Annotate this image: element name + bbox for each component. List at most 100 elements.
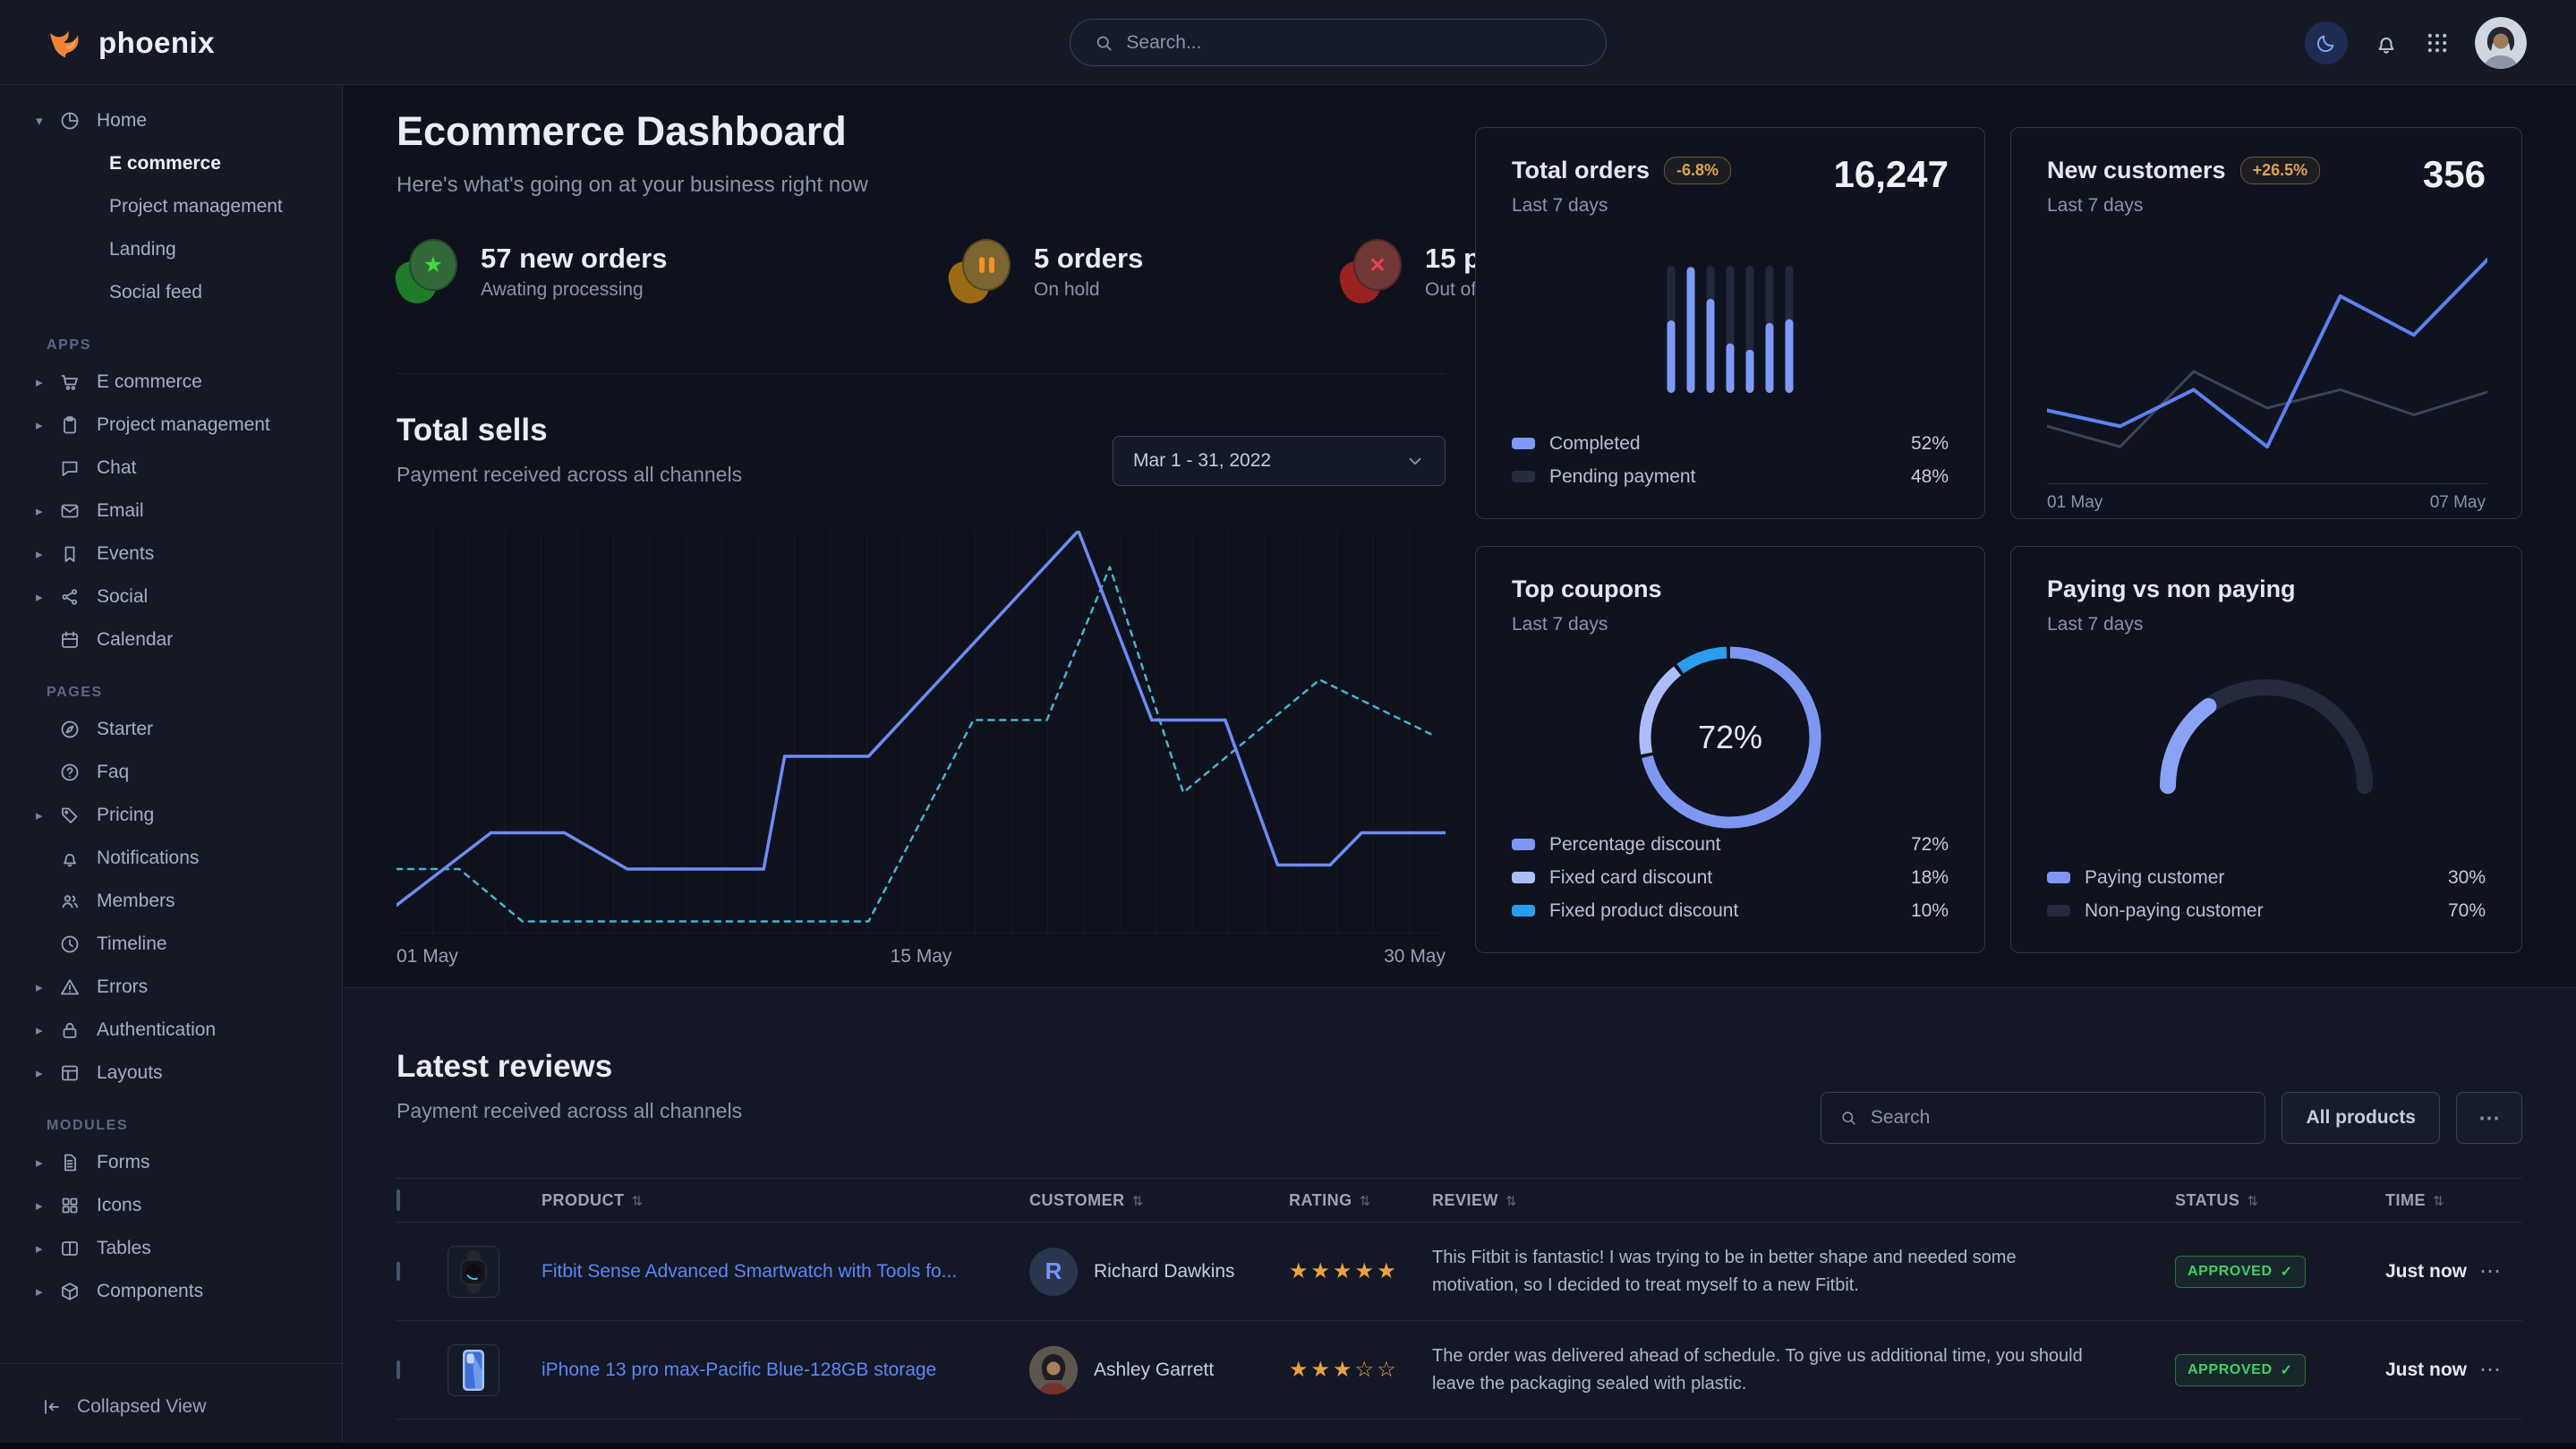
sidebar-item-tables[interactable]: ▸Tables bbox=[0, 1227, 342, 1270]
search-icon bbox=[1839, 1108, 1857, 1128]
customer-name: Richard Dawkins bbox=[1094, 1261, 1235, 1283]
column-review[interactable]: REVIEW⇅ bbox=[1432, 1191, 2148, 1210]
reviews-search-input[interactable] bbox=[1871, 1107, 2248, 1129]
sidebar-item-label: Tables bbox=[97, 1238, 151, 1259]
sidebar-item-calendar[interactable]: Calendar bbox=[0, 618, 342, 661]
sidebar-item-e-commerce[interactable]: ▸ E commerce bbox=[0, 361, 342, 404]
new-customers-chart bbox=[2047, 255, 2487, 484]
sidebar-subitem-landing[interactable]: Landing bbox=[0, 228, 342, 271]
sidebar-item-email[interactable]: ▸Email bbox=[0, 490, 342, 533]
sidebar-item-members[interactable]: Members bbox=[0, 880, 342, 923]
sidebar-item-label: Icons bbox=[97, 1195, 141, 1216]
paying-gauge-chart bbox=[2145, 656, 2387, 799]
product-thumbnail[interactable] bbox=[448, 1344, 499, 1396]
row-checkbox[interactable] bbox=[397, 1360, 400, 1379]
row-more-button[interactable]: ⋯ bbox=[2479, 1259, 2501, 1283]
reviews-subtitle: Payment received across all channels bbox=[397, 1099, 742, 1123]
date-range-select[interactable]: Mar 1 - 31, 2022 bbox=[1113, 436, 1446, 486]
search-input[interactable] bbox=[1126, 32, 1582, 54]
chat-icon bbox=[59, 457, 81, 479]
row-more-button[interactable]: ⋯ bbox=[2479, 1358, 2501, 1382]
reviews-search[interactable] bbox=[1821, 1092, 2265, 1144]
legend-row: Completed52% bbox=[1512, 427, 1949, 460]
column-customer[interactable]: CUSTOMER⇅ bbox=[1029, 1191, 1289, 1210]
legend-swatch bbox=[1512, 438, 1535, 449]
sidebar-item-layouts[interactable]: ▸Layouts bbox=[0, 1052, 342, 1095]
collapsed-view-label: Collapsed View bbox=[77, 1396, 206, 1418]
all-products-button[interactable]: All products bbox=[2282, 1092, 2440, 1144]
sidebar-item-label: Starter bbox=[97, 719, 153, 740]
collapsed-view-toggle[interactable]: Collapsed View bbox=[0, 1363, 342, 1449]
table-icon bbox=[59, 1238, 81, 1259]
global-search[interactable] bbox=[1070, 19, 1607, 66]
sidebar-item-forms[interactable]: ▸Forms bbox=[0, 1141, 342, 1184]
x-tick: 01 May bbox=[397, 946, 458, 967]
chevron-down-icon bbox=[1405, 451, 1425, 471]
sidebar-item-label: Layouts bbox=[97, 1062, 163, 1084]
topbar-actions bbox=[2305, 0, 2527, 85]
product-link[interactable]: Fitbit Sense Advanced Smartwatch with To… bbox=[542, 1261, 1029, 1283]
sidebar-subitem-e-commerce[interactable]: E commerce bbox=[0, 142, 342, 185]
clipboard-icon bbox=[59, 414, 81, 436]
coupons-legend: Percentage discount72%Fixed card discoun… bbox=[1512, 828, 1949, 927]
main-content: Ecommerce Dashboard Here's what's going … bbox=[343, 85, 2576, 1449]
table-row: Fitbit Sense Advanced Smartwatch with To… bbox=[397, 1223, 2522, 1321]
table-header: PRODUCT⇅ CUSTOMER⇅ RATING⇅ REVIEW⇅ STATU… bbox=[397, 1178, 2522, 1223]
sidebar-item-starter[interactable]: Starter bbox=[0, 708, 342, 751]
clock-icon bbox=[59, 933, 81, 955]
sidebar-item-authentication[interactable]: ▸Authentication bbox=[0, 1009, 342, 1052]
user-avatar[interactable] bbox=[2475, 17, 2527, 69]
row-checkbox[interactable] bbox=[397, 1262, 400, 1281]
caret-right-icon: ▸ bbox=[36, 374, 59, 390]
sidebar-item-home[interactable]: ▾Home bbox=[0, 99, 342, 142]
stat-item: ★ 57 new ordersAwating processing bbox=[397, 239, 950, 303]
search-icon bbox=[1094, 32, 1113, 54]
apps-grid-button[interactable] bbox=[2425, 30, 2450, 55]
sidebar-item-label: E commerce bbox=[97, 371, 202, 393]
sidebar-item-pricing[interactable]: ▸Pricing bbox=[0, 794, 342, 837]
legend-row: Fixed card discount18% bbox=[1512, 861, 1949, 894]
sidebar-section-label: APPS bbox=[47, 337, 342, 354]
sort-icon: ⇅ bbox=[1506, 1194, 1517, 1209]
phone-thumbnail bbox=[448, 1345, 499, 1395]
customer-avatar: R bbox=[1029, 1248, 1078, 1296]
legend-row: Percentage discount72% bbox=[1512, 828, 1949, 861]
theme-toggle-button[interactable] bbox=[2305, 21, 2348, 64]
column-time[interactable]: TIME⇅ bbox=[2363, 1191, 2479, 1210]
legend-swatch bbox=[1512, 905, 1535, 916]
sidebar-item-events[interactable]: ▸Events bbox=[0, 533, 342, 575]
alert-icon bbox=[59, 976, 81, 998]
sidebar-item-label: Project management bbox=[97, 414, 270, 436]
card-period: Last 7 days bbox=[1512, 614, 1949, 635]
card-title: Top coupons bbox=[1512, 575, 1661, 603]
sidebar-item-icons[interactable]: ▸Icons bbox=[0, 1184, 342, 1227]
stat-value: 57 new orders bbox=[481, 243, 667, 275]
status-badge: APPROVED✓ bbox=[2175, 1256, 2306, 1288]
column-status[interactable]: STATUS⇅ bbox=[2148, 1191, 2363, 1210]
app-window: phoenix ▾HomeE commerceProject managemen… bbox=[0, 0, 2576, 1449]
review-text: This Fitbit is fantastic! I was trying t… bbox=[1432, 1244, 2148, 1300]
column-rating[interactable]: RATING⇅ bbox=[1289, 1191, 1432, 1210]
sidebar-item-label: Social bbox=[97, 586, 148, 608]
sidebar-item-notifications[interactable]: Notifications bbox=[0, 837, 342, 880]
sidebar-item-project-management[interactable]: ▸Project management bbox=[0, 404, 342, 447]
notifications-button[interactable] bbox=[2373, 30, 2400, 56]
column-product[interactable]: PRODUCT⇅ bbox=[542, 1191, 1029, 1210]
sidebar-item-social[interactable]: ▸Social bbox=[0, 575, 342, 618]
legend-label: Percentage discount bbox=[1549, 834, 1720, 856]
brand-logo[interactable]: phoenix bbox=[47, 0, 215, 85]
card-title: Total orders bbox=[1512, 157, 1650, 184]
sidebar-item-components[interactable]: ▸Components bbox=[0, 1270, 342, 1313]
sidebar-subitem-social-feed[interactable]: Social feed bbox=[0, 271, 342, 314]
sidebar-item-chat[interactable]: Chat bbox=[0, 447, 342, 490]
sidebar: ▾HomeE commerceProject managementLanding… bbox=[0, 85, 343, 1449]
sidebar-item-faq[interactable]: Faq bbox=[0, 751, 342, 794]
select-all-checkbox[interactable] bbox=[397, 1189, 400, 1211]
sidebar-item-errors[interactable]: ▸Errors bbox=[0, 966, 342, 1009]
product-link[interactable]: iPhone 13 pro max-Pacific Blue-128GB sto… bbox=[542, 1360, 1029, 1381]
sidebar-item-timeline[interactable]: Timeline bbox=[0, 923, 342, 966]
more-options-button[interactable]: ⋯ bbox=[2456, 1092, 2522, 1144]
sidebar-subitem-project-management[interactable]: Project management bbox=[0, 185, 342, 228]
new-customers-card: New customers +26.5% 356 Last 7 days 01 … bbox=[2010, 127, 2522, 519]
product-thumbnail[interactable] bbox=[448, 1246, 499, 1298]
